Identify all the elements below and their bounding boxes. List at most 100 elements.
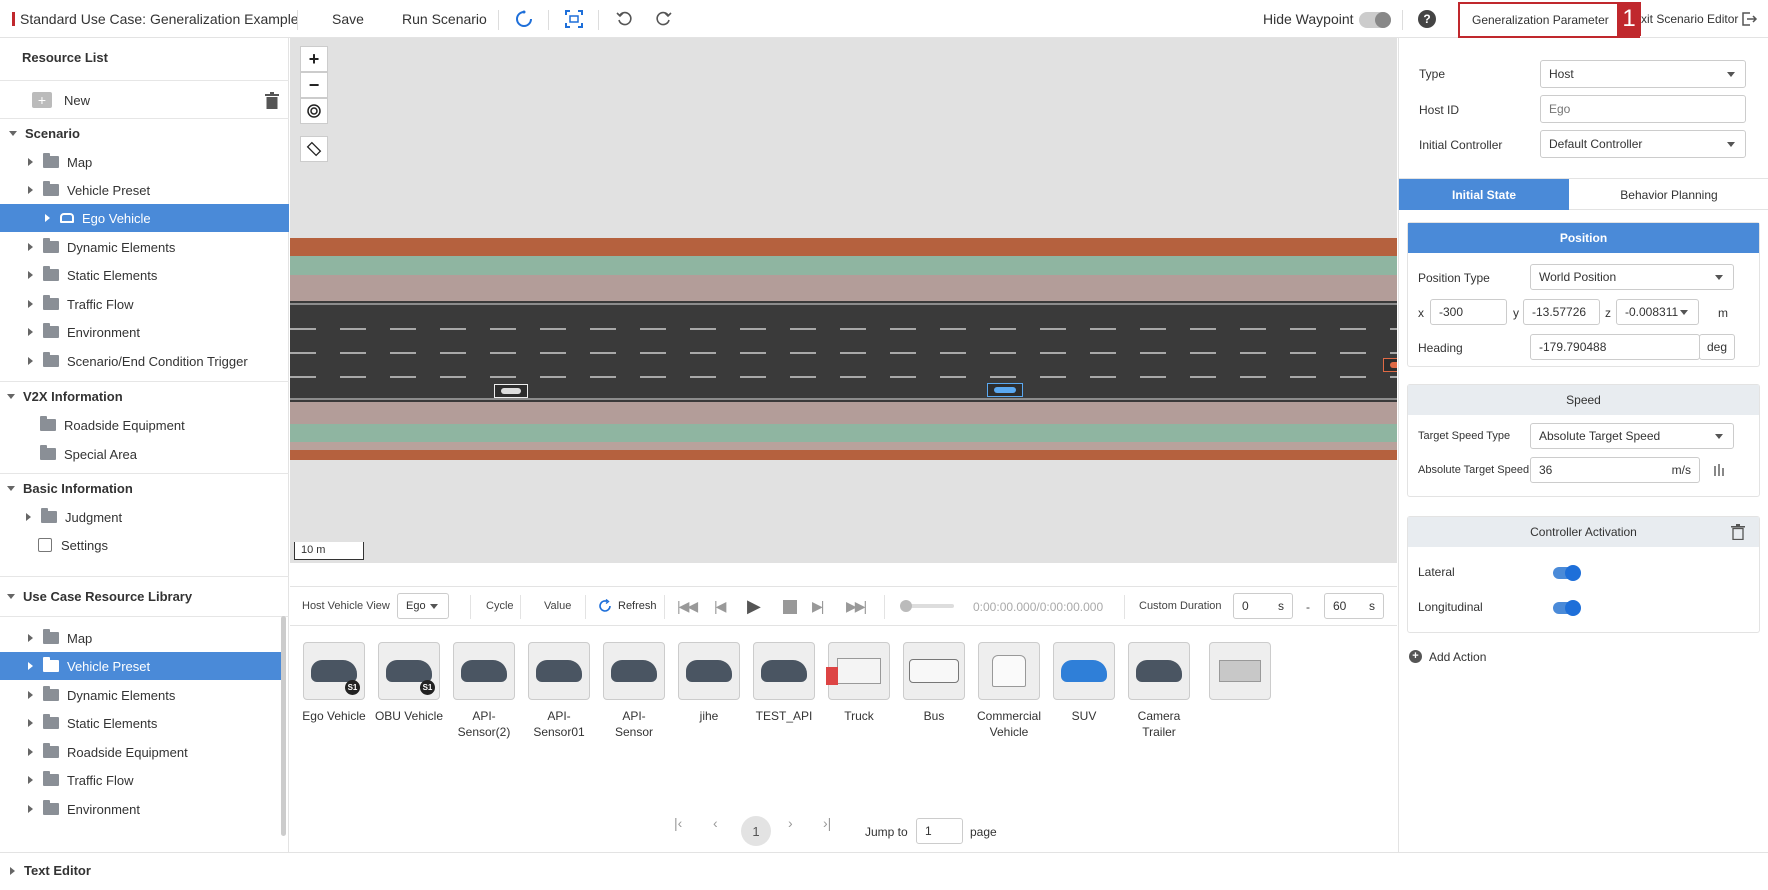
add-icon[interactable]: + [1409,650,1422,663]
trash-icon[interactable] [265,92,279,109]
vehicle-marker-red[interactable] [1383,358,1397,372]
initial-controller-select[interactable]: Default Controller [1540,130,1746,158]
last-page-icon[interactable]: ›| [823,815,831,831]
jump-page-input[interactable]: 1 [916,818,963,844]
refresh-icon[interactable] [598,598,612,613]
hide-waypoint-toggle[interactable] [1359,12,1391,28]
vehicle-card[interactable]: S1 [378,642,440,700]
tree-item-condition-trigger[interactable]: Scenario/End Condition Trigger [0,347,289,375]
value-button[interactable]: Value [544,600,571,612]
type-select[interactable]: Host [1540,60,1746,88]
run-scenario-button[interactable]: Run Scenario [402,11,487,27]
lateral-toggle[interactable] [1553,565,1581,581]
tree-item-environment[interactable]: Environment [0,318,289,346]
new-button[interactable]: + New [0,86,289,114]
library-item-traffic-flow[interactable]: Traffic Flow [0,766,289,794]
skip-to-start-icon[interactable]: |◀◀ [677,598,698,615]
vehicle-card[interactable] [826,642,890,700]
ego-vehicle-marker[interactable] [987,383,1023,397]
position-type-select[interactable]: World Position [1530,264,1734,290]
tab-behavior-planning[interactable]: Behavior Planning [1569,179,1768,210]
library-item-static-elements[interactable]: Static Elements [0,709,289,737]
library-item-map[interactable]: Map [0,624,289,652]
add-action-button[interactable]: Add Action [1429,650,1486,664]
stop-icon[interactable] [783,600,797,614]
duration-start-input[interactable]: 0s [1233,593,1293,619]
host-vehicle-view-select[interactable]: Ego [397,593,449,619]
zoom-in-button[interactable]: + [300,46,328,72]
prev-page-icon[interactable]: ‹ [713,815,718,831]
vehicle-card[interactable] [978,642,1040,700]
target-speed-type-select[interactable]: Absolute Target Speed [1530,423,1734,449]
exit-icon[interactable] [1738,8,1760,30]
library-item-environment[interactable]: Environment [0,795,289,823]
vehicle-card[interactable] [603,642,665,700]
section-scenario[interactable]: Scenario [0,119,289,147]
first-page-icon[interactable]: |‹ [674,815,682,831]
current-page-button[interactable]: 1 [741,816,771,846]
tree-item-ego-vehicle[interactable]: Ego Vehicle [0,204,289,232]
section-v2x[interactable]: V2X Information [0,382,289,410]
hide-waypoint-label: Hide Waypoint [1263,11,1354,27]
tree-item-dynamic-elements[interactable]: Dynamic Elements [0,233,289,261]
x-input[interactable]: -300 [1430,299,1507,325]
library-item-roadside-equipment[interactable]: Roadside Equipment [0,738,289,766]
loading-icon[interactable] [513,8,535,30]
y-input[interactable]: -13.57726 [1523,299,1600,325]
zoom-out-button[interactable]: − [300,72,328,98]
focus-icon[interactable] [563,8,585,30]
help-icon[interactable]: ? [1418,10,1436,28]
play-icon[interactable]: ▶ [747,596,761,617]
duration-end-input[interactable]: 60 s [1324,593,1384,619]
vehicle-marker-white[interactable] [494,384,528,398]
library-item-dynamic-elements[interactable]: Dynamic Elements [0,681,289,709]
vehicle-card[interactable] [1128,642,1190,700]
vehicle-card[interactable] [453,642,515,700]
vehicle-card[interactable]: S1 [303,642,365,700]
vehicle-card[interactable] [753,642,815,700]
save-button[interactable]: Save [332,11,364,27]
tree-item-judgment[interactable]: Judgment [0,503,289,531]
map-viewport[interactable]: + − 10 m [290,38,1397,563]
distribution-icon[interactable] [1713,463,1727,477]
host-id-input[interactable] [1540,95,1746,123]
tab-initial-state[interactable]: Initial State [1399,179,1569,210]
absolute-target-speed-input[interactable]: 36 m/s [1530,457,1700,483]
tree-item-settings[interactable]: Settings [0,531,289,559]
generalization-parameter-button[interactable]: Generalization Parameter [1458,2,1640,38]
cycle-button[interactable]: Cycle [486,600,514,612]
recenter-button[interactable] [300,98,328,124]
longitudinal-toggle[interactable] [1553,600,1581,616]
timeline-slider[interactable] [900,600,954,612]
step-forward-icon[interactable]: ▶| [812,598,824,615]
vehicle-card[interactable] [678,642,740,700]
tree-item-traffic-flow[interactable]: Traffic Flow [0,290,289,318]
tree-item-map[interactable]: Map [0,148,289,176]
heading-input[interactable]: -179.790488 [1530,334,1700,360]
section-basic-information[interactable]: Basic Information [0,474,289,502]
step-back-icon[interactable]: |◀ [714,598,726,615]
tree-item-roadside-equipment[interactable]: Roadside Equipment [0,411,289,439]
next-page-icon[interactable]: › [788,815,793,831]
tree-item-static-elements[interactable]: Static Elements [0,261,289,289]
vehicle-card[interactable] [1053,642,1115,700]
library-item-vehicle-preset[interactable]: Vehicle Preset [0,652,281,680]
text-editor-toggle[interactable]: Text Editor [24,863,91,878]
trailer-card[interactable] [1209,642,1271,700]
tree-item-special-area[interactable]: Special Area [0,440,289,468]
skip-to-end-icon[interactable]: ▶▶| [846,598,867,615]
undo-icon[interactable] [614,8,636,30]
chevron-right-icon [28,271,33,279]
heading-value: -179.790488 [1539,340,1607,354]
vehicle-card[interactable] [903,642,965,700]
vehicle-card[interactable] [528,642,590,700]
trash-icon[interactable] [1731,524,1745,541]
section-use-case-library[interactable]: Use Case Resource Library [0,582,289,610]
redo-icon[interactable] [652,8,674,30]
refresh-button[interactable]: Refresh [618,600,657,612]
ruler-button[interactable] [300,136,328,162]
z-input[interactable]: -0.008311 [1616,299,1699,325]
exit-scenario-editor-button[interactable]: xit Scenario Editor [1641,12,1738,26]
sidebar-scrollbar[interactable] [281,616,286,836]
tree-item-vehicle-preset[interactable]: Vehicle Preset [0,176,289,204]
